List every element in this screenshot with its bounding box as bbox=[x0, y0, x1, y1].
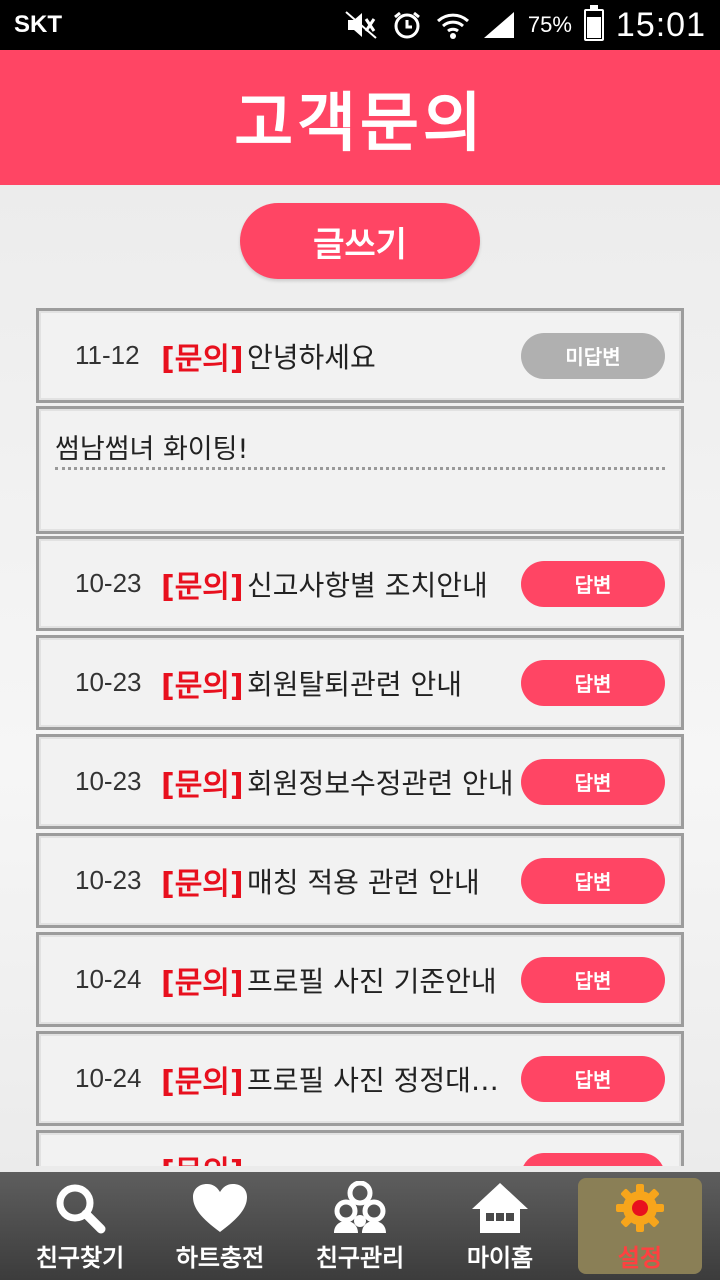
nav-label: 친구찾기 bbox=[35, 1243, 125, 1272]
inquiry-detail: 썸남썸녀 화이팅! bbox=[36, 406, 684, 534]
status-badge: 미답변 bbox=[521, 332, 665, 379]
inquiry-title: 회원정보수정관련 안내 bbox=[247, 766, 514, 800]
search-icon bbox=[50, 1180, 110, 1236]
status-badge: 답변 bbox=[521, 560, 665, 607]
friends-icon bbox=[330, 1180, 390, 1236]
write-button[interactable]: 글쓰기 bbox=[240, 203, 480, 279]
inquiry-title: 매칭 적용 관련 안내 bbox=[247, 865, 480, 899]
nav-friends-manage[interactable]: 친구관리 bbox=[298, 1178, 422, 1274]
inquiry-title: 회원탈퇴관련 안내 bbox=[247, 667, 462, 701]
wifi-icon bbox=[436, 8, 470, 42]
inquiry-date: 10-24 bbox=[75, 1063, 142, 1093]
inquiry-row[interactable]: 11-12 [문의] 안녕하세요 미답변 bbox=[36, 308, 684, 403]
page-header: 고객문의 bbox=[0, 50, 720, 185]
carrier-label: SKT bbox=[14, 11, 62, 38]
inquiry-tag: [문의] bbox=[161, 767, 244, 803]
signal-icon bbox=[482, 8, 516, 42]
nav-find-friends[interactable]: 친구찾기 bbox=[18, 1178, 142, 1274]
inquiry-row[interactable]: 10-24 [문의] 프로필 사진 기준안내 답변 bbox=[36, 932, 684, 1027]
inquiry-row[interactable]: 10-23 [문의] 매칭 적용 관련 안내 답변 bbox=[36, 833, 684, 928]
inquiry-title: 프로필 사진 기준안내 bbox=[247, 964, 497, 998]
status-badge: 답변 bbox=[521, 956, 665, 1003]
inquiry-tag: [문의] bbox=[161, 866, 244, 902]
inquiry-tag: [문의] bbox=[161, 1147, 244, 1166]
inquiry-row[interactable]: 10-24 [문의] 프로필 사진 정정대상 … 답변 bbox=[36, 1031, 684, 1126]
inquiry-date: 10-23 bbox=[75, 568, 142, 598]
inquiry-title: 안녕하세요 bbox=[247, 340, 376, 374]
status-icons: 75% 15:01 bbox=[344, 5, 706, 45]
status-badge: 답변 bbox=[521, 1055, 665, 1102]
inquiry-row[interactable]: 10-23 [문의] 회원탈퇴관련 안내 답변 bbox=[36, 635, 684, 730]
battery-icon bbox=[583, 5, 604, 41]
nav-label: 하트충전 bbox=[175, 1243, 265, 1272]
inquiry-date: 10-24 bbox=[75, 964, 142, 994]
inquiry-date: 11-12 bbox=[75, 340, 140, 370]
battery-percent: 75% bbox=[527, 12, 572, 37]
inquiry-tag: [문의] bbox=[161, 668, 244, 704]
nav-heart-charge[interactable]: 하트충전 bbox=[158, 1178, 282, 1274]
clock: 15:01 bbox=[615, 5, 706, 44]
nav-my-home[interactable]: 마이홈 bbox=[438, 1178, 562, 1274]
inquiry-tag: [문의] bbox=[161, 341, 244, 377]
status-badge: 답변 bbox=[521, 758, 665, 805]
status-badge bbox=[521, 1153, 665, 1166]
inquiry-date: 10-23 bbox=[75, 865, 142, 895]
mute-icon bbox=[344, 8, 378, 42]
status-bar: SKT 75% 15:01 bbox=[0, 0, 720, 50]
home-icon bbox=[470, 1180, 530, 1236]
inquiry-title: 신고사항별 조치안내 bbox=[247, 568, 488, 602]
inquiry-date: 10-23 bbox=[75, 667, 142, 697]
alarm-icon bbox=[390, 8, 424, 42]
nav-settings[interactable]: 설정 bbox=[578, 1178, 702, 1274]
nav-label: 설정 bbox=[617, 1243, 663, 1272]
inquiry-date: 10-23 bbox=[75, 766, 142, 796]
inquiry-content: 썸남썸녀 화이팅! bbox=[55, 434, 249, 465]
heart-icon bbox=[190, 1180, 250, 1236]
inquiry-list[interactable]: 11-12 [문의] 안녕하세요 미답변 썸남썸녀 화이팅! 10-23 [문의… bbox=[36, 308, 684, 1166]
inquiry-row[interactable]: 10-23 [문의] 신고사항별 조치안내 답변 bbox=[36, 536, 684, 631]
page-title: 고객문의 bbox=[234, 86, 486, 161]
inquiry-tag: [문의] bbox=[161, 569, 244, 605]
inquiry-row[interactable]: 10-23 [문의] 회원정보수정관련 안내 답변 bbox=[36, 734, 684, 829]
dotted-divider bbox=[55, 467, 665, 470]
status-badge: 답변 bbox=[521, 659, 665, 706]
nav-label: 친구관리 bbox=[315, 1243, 405, 1272]
inquiry-tag: [문의] bbox=[161, 965, 244, 1001]
status-badge: 답변 bbox=[521, 857, 665, 904]
bottom-nav: 친구찾기 하트충전 친구관리 마이홈 설정 bbox=[0, 1172, 720, 1280]
inquiry-title: 프로필 사진 정정대상 … bbox=[247, 1063, 517, 1097]
gear-icon bbox=[610, 1180, 670, 1236]
inquiry-row[interactable]: [문의] bbox=[36, 1130, 684, 1166]
nav-label: 마이홈 bbox=[466, 1243, 534, 1272]
inquiry-tag: [문의] bbox=[161, 1064, 244, 1100]
